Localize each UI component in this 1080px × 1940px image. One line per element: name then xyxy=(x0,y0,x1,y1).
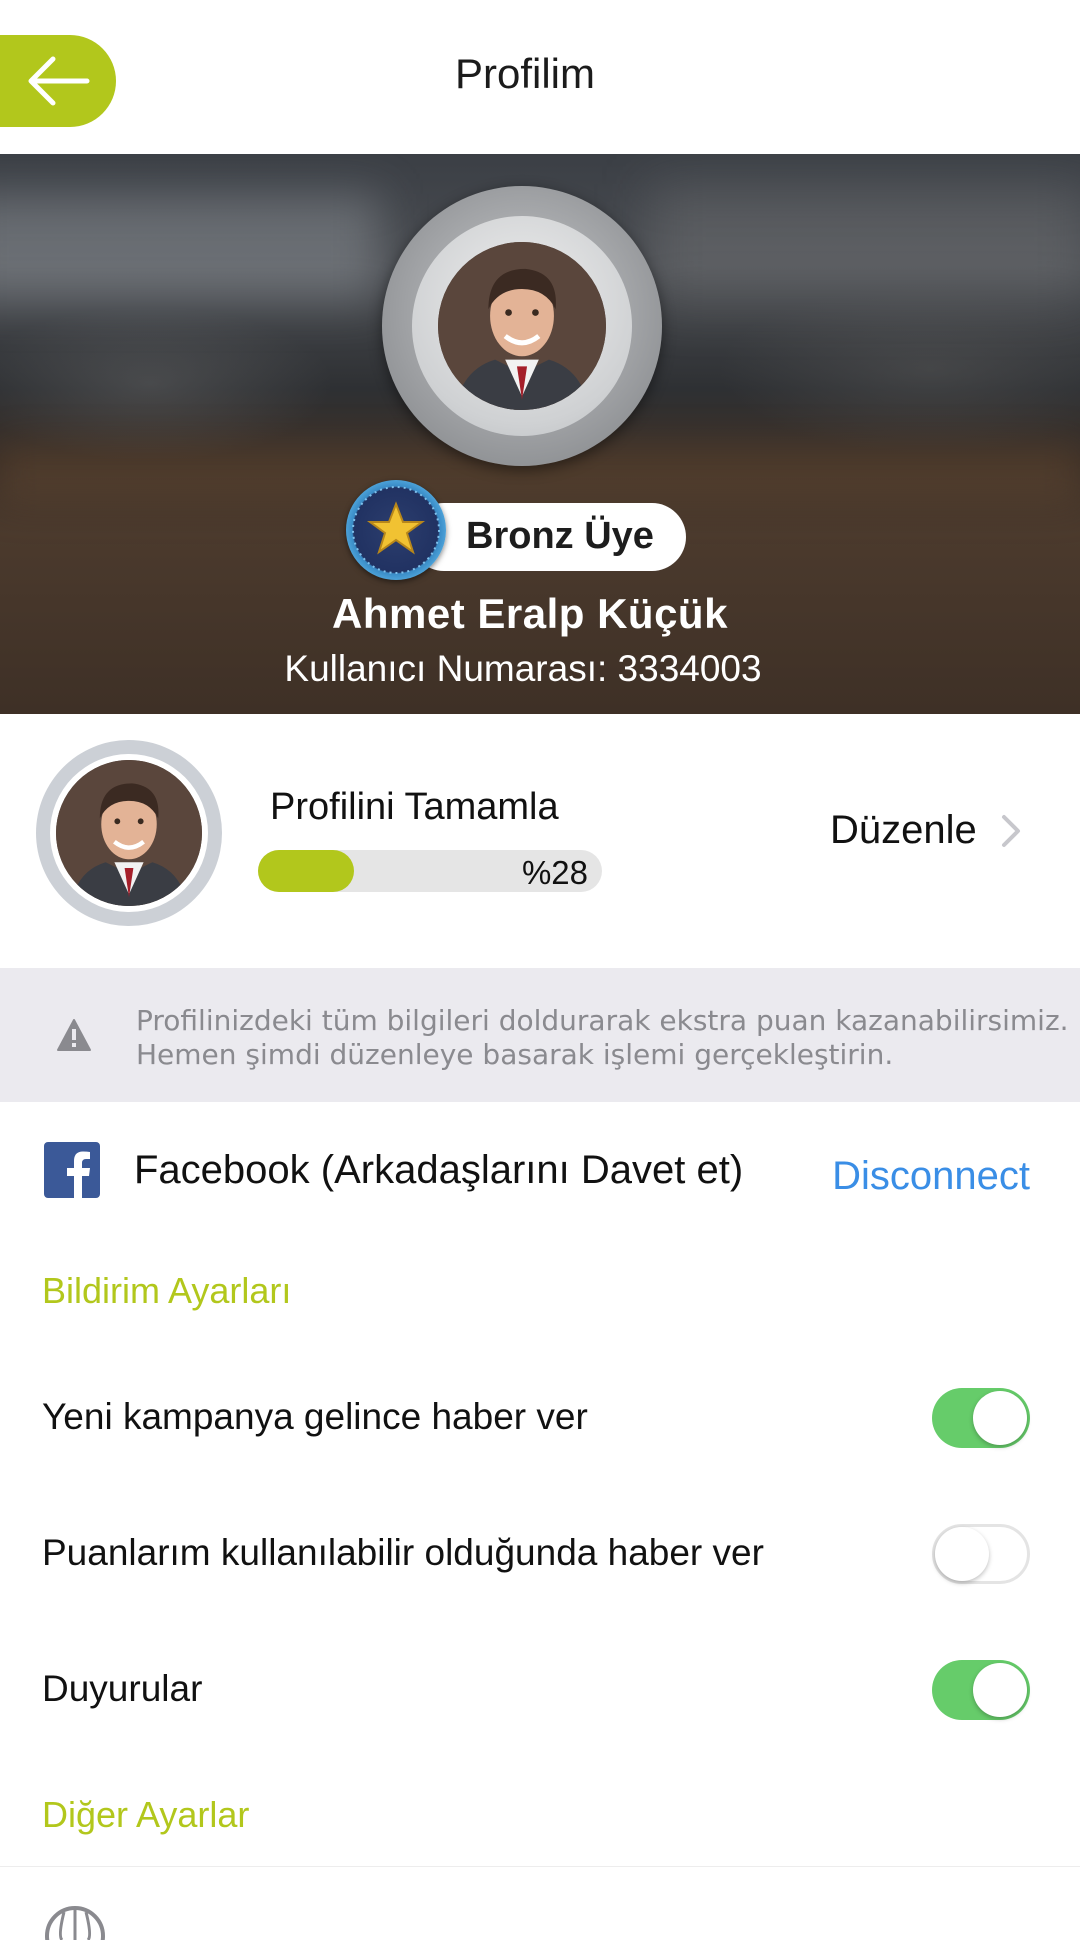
globe-icon xyxy=(45,1906,105,1940)
setting-label: Puanlarım kullanılabilir olduğunda haber… xyxy=(42,1532,764,1573)
setting-row-points-available: Puanlarım kullanılabilir olduğunda haber… xyxy=(0,1484,1080,1621)
progress-fill xyxy=(258,850,355,892)
star-medal-icon xyxy=(346,480,446,580)
setting-row-announcements: Duyurular xyxy=(0,1620,1080,1757)
info-line-1: Profilinizdeki tüm bilgileri doldurarak … xyxy=(136,1004,1069,1037)
edit-profile-button[interactable]: Düzenle xyxy=(830,808,1023,853)
avatar-photo xyxy=(438,242,606,410)
facebook-row: Facebook (Arkadaşlarını Davet et) Discon… xyxy=(0,1102,1080,1239)
section-label-notifications: Bildirim Ayarları xyxy=(42,1270,292,1311)
chevron-right-icon xyxy=(1001,814,1020,847)
top-bar: Profilim xyxy=(0,0,1080,154)
notification-settings-header: Bildirim Ayarları xyxy=(0,1238,1080,1349)
setting-row-new-campaign: Yeni kampanya gelince haber ver xyxy=(0,1348,1080,1485)
info-banner: Profilinizdeki tüm bilgileri doldurarak … xyxy=(0,968,1080,1102)
warning-icon xyxy=(57,1019,91,1051)
user-name: Ahmet Eralp Küçük xyxy=(332,590,728,637)
disconnect-button[interactable]: Disconnect xyxy=(832,1154,1030,1199)
info-line-2: Hemen şimdi düzenleye basarak işlemi ger… xyxy=(136,1038,894,1071)
info-text: Profilinizdeki tüm bilgileri doldurarak … xyxy=(136,1004,1069,1072)
user-number: Kullanıcı Numarası: 3334003 xyxy=(284,648,762,689)
other-settings-header: Diğer Ayarlar xyxy=(0,1756,1080,1867)
profile-progress-bar: %28 xyxy=(258,850,602,892)
section-label-other: Diğer Ayarlar xyxy=(42,1794,250,1835)
membership-level: Bronz Üye xyxy=(466,515,654,557)
toggle-new-campaign[interactable] xyxy=(932,1388,1030,1448)
toggle-announcements[interactable] xyxy=(932,1660,1030,1720)
page-title: Profilim xyxy=(454,50,595,97)
setting-label: Yeni kampanya gelince haber ver xyxy=(42,1396,588,1437)
edit-label: Düzenle xyxy=(830,808,977,852)
complete-profile-title: Profilini Tamamla xyxy=(270,786,559,828)
facebook-icon xyxy=(44,1142,100,1198)
profile-hero: Bronz Üye Ahmet Eralp Küçük Kullanıcı Nu… xyxy=(0,154,1080,714)
profile-avatar[interactable] xyxy=(382,186,662,466)
setting-label: Duyurular xyxy=(42,1668,203,1709)
small-avatar xyxy=(36,740,222,926)
toggle-points-available[interactable] xyxy=(932,1524,1030,1584)
profile-completion-row[interactable]: Profilini Tamamla %28 Düzenle xyxy=(0,714,1080,968)
facebook-label: Facebook (Arkadaşlarını Davet et) xyxy=(134,1148,744,1192)
progress-percent: %28 xyxy=(521,854,588,891)
